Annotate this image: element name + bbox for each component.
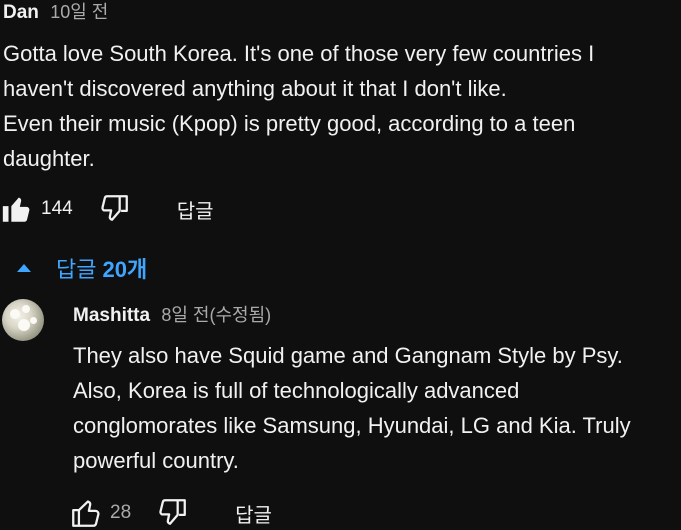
reply-reply-button[interactable]: 답글 [235,499,272,528]
caret-up-icon [17,264,31,272]
reply-text-line: powerful country. [73,448,239,473]
comment-text-line: haven't discovered anything about it tha… [3,76,507,101]
replies-count: 20개 [102,257,148,282]
comment-text-line: Even their music (Kpop) is pretty good, … [3,111,576,136]
reply-like-button[interactable]: 28 [69,496,131,530]
reply-header: Mashitta 8일 전(수정됨) [73,303,271,328]
avatar[interactable] [2,299,44,341]
reply-time[interactable]: 8일 전(수정됨) [161,305,271,325]
comment-actions: 144 답글 [0,192,214,226]
reply-actions: 28 답글 [69,496,272,530]
reply-button[interactable]: 답글 [177,195,214,224]
reply-text-line: conglomorates like Samsung, Hyundai, LG … [73,413,631,438]
reply-text-line: Also, Korea is full of technologically a… [73,378,520,403]
replies-toggle-button[interactable]: 답글 20개 [14,252,147,284]
reply-text: They also have Squid game and Gangnam St… [73,338,681,478]
like-count: 144 [41,198,73,219]
like-button[interactable]: 144 [0,192,73,226]
comment-text-line: Gotta love South Korea. It's one of thos… [3,41,595,66]
thumbs-down-icon [101,195,128,221]
reply-text-line: They also have Squid game and Gangnam St… [73,343,623,368]
comment-time[interactable]: 10일 전 [50,2,108,22]
replies-toggle-label: 답글 [56,257,97,282]
comment-text-line: daughter. [3,146,95,171]
thumbs-down-icon [159,499,187,525]
reply-like-count: 28 [110,502,132,523]
reply-author[interactable]: Mashitta [73,305,150,326]
dislike-button[interactable] [97,192,131,226]
comment-header: Dan 10일 전 [3,0,108,25]
comment-text: Gotta love South Korea. It's one of thos… [3,36,679,176]
thumbs-up-filled-icon [2,197,30,222]
comment-author[interactable]: Dan [3,2,39,23]
reply-dislike-button[interactable] [155,496,189,530]
thumbs-up-icon [72,500,100,527]
